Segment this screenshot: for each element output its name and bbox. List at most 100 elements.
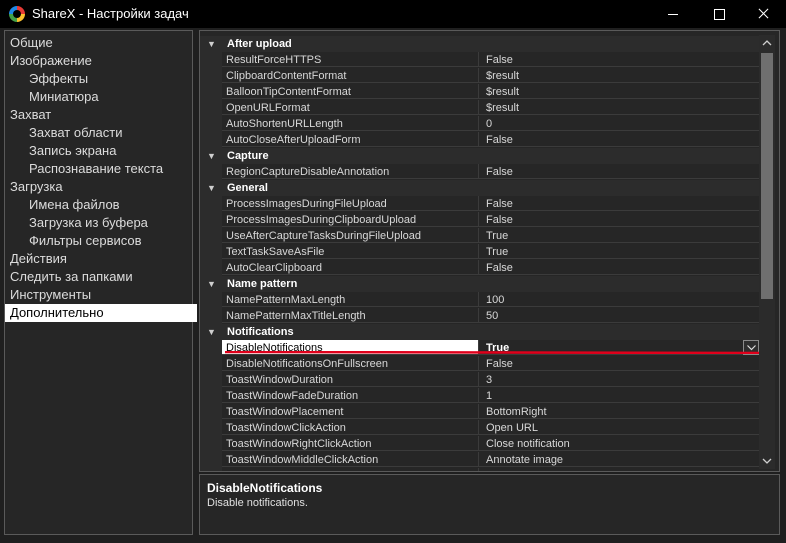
triangle-down-icon[interactable]: ▼ xyxy=(207,276,216,292)
property-row[interactable]: ToastWindowClickAction Open URL xyxy=(200,420,760,436)
property-value[interactable]: True xyxy=(478,244,760,259)
property-value[interactable]: False xyxy=(478,260,760,275)
property-name[interactable]: OpenURLFormat xyxy=(222,100,478,115)
tree-item[interactable]: Загрузка xyxy=(5,178,197,196)
tree-item[interactable]: Миниатюра xyxy=(5,88,216,106)
triangle-down-icon[interactable]: ▼ xyxy=(207,148,216,164)
tree-item[interactable]: Фильтры сервисов xyxy=(5,232,216,250)
property-value[interactable]: 1 xyxy=(478,388,760,403)
property-name[interactable]: TextTaskSaveAsFile xyxy=(222,244,478,259)
tree-item[interactable]: Изображение xyxy=(5,52,197,70)
property-row[interactable]: UseAfterCaptureTasksDuringFileUpload True xyxy=(200,228,760,244)
property-value[interactable]: $result xyxy=(478,100,760,115)
property-value[interactable]: 50 xyxy=(478,308,760,323)
property-grid[interactable]: ▼ After upload ResultForceHTTPS False Clipbo… xyxy=(199,30,780,472)
grid-scrollbar[interactable] xyxy=(759,35,775,469)
tree-item[interactable]: Захват xyxy=(5,106,197,124)
property-row[interactable]: ClipboardContentFormat $result xyxy=(200,68,760,84)
tree-item[interactable]: Эффекты xyxy=(5,70,216,88)
category-row[interactable]: ▼ After upload xyxy=(200,36,760,52)
property-name[interactable]: ToastWindowClickAction xyxy=(222,420,478,435)
scroll-down-button[interactable] xyxy=(759,453,775,469)
property-row[interactable]: ResultForceHTTPS False xyxy=(200,52,760,68)
tree-item[interactable]: Дополнительно xyxy=(5,304,197,322)
triangle-down-icon[interactable]: ▼ xyxy=(207,324,216,340)
property-row[interactable]: AutoCloseAfterUploadForm False xyxy=(200,132,760,148)
property-name[interactable]: AutoClearClipboard xyxy=(222,260,478,275)
category-row[interactable]: ▼ Name pattern xyxy=(200,276,760,292)
property-value[interactable]: False xyxy=(478,196,760,211)
property-value[interactable]: $result xyxy=(478,84,760,99)
property-value[interactable]: BottomRight xyxy=(478,404,760,419)
minimize-button[interactable] xyxy=(650,0,696,28)
scroll-up-button[interactable] xyxy=(759,35,775,51)
property-name[interactable]: ToastWindowRightClickAction xyxy=(222,436,478,451)
maximize-button[interactable] xyxy=(696,0,742,28)
property-value[interactable]: Open URL xyxy=(478,420,760,435)
category-row[interactable]: ▼ Capture xyxy=(200,148,760,164)
property-row[interactable]: DisableNotificationsOnFullscreen False xyxy=(200,356,760,372)
triangle-down-icon[interactable]: ▼ xyxy=(207,180,216,196)
property-name[interactable]: ToastWindowFadeDuration xyxy=(222,388,478,403)
property-row[interactable]: AutoClearClipboard False xyxy=(200,260,760,276)
property-name[interactable]: AutoShortenURLLength xyxy=(222,116,478,131)
property-name[interactable]: ToastWindowPlacement xyxy=(222,404,478,419)
property-row[interactable]: ProcessImagesDuringFileUpload False xyxy=(200,196,760,212)
property-row[interactable]: ProcessImagesDuringClipboardUpload False xyxy=(200,212,760,228)
property-row[interactable]: NamePatternMaxLength 100 xyxy=(200,292,760,308)
property-row[interactable]: ToastWindowSize400, 300 xyxy=(200,468,760,471)
property-value[interactable]: False xyxy=(478,164,760,179)
tree-item[interactable]: Общие xyxy=(5,34,197,52)
property-value[interactable]: Close notification xyxy=(478,436,760,451)
property-row[interactable]: NamePatternMaxTitleLength 50 xyxy=(200,308,760,324)
property-name[interactable]: RegionCaptureDisableAnnotation xyxy=(222,164,478,179)
tree-item[interactable]: Имена файлов xyxy=(5,196,216,214)
category-row[interactable]: ▼ General xyxy=(200,180,760,196)
settings-tree[interactable]: Общие Изображение Эффекты Миниатюра Захват За… xyxy=(4,30,197,535)
property-name[interactable]: ClipboardContentFormat xyxy=(222,68,478,83)
property-value[interactable]: 3 xyxy=(478,372,760,387)
property-name[interactable]: BalloonTipContentFormat xyxy=(222,84,478,99)
property-value[interactable]: False xyxy=(478,52,760,67)
triangle-down-icon[interactable]: ▼ xyxy=(207,36,216,52)
property-value[interactable]: True xyxy=(478,228,760,243)
property-value[interactable]: $result xyxy=(478,68,760,83)
tree-item[interactable]: Загрузка из буфера xyxy=(5,214,216,232)
property-name[interactable]: ToastWindowMiddleClickAction xyxy=(222,452,478,467)
property-row[interactable]: OpenURLFormat $result xyxy=(200,100,760,116)
property-name[interactable]: AutoCloseAfterUploadForm xyxy=(222,132,478,147)
property-name[interactable]: ToastWindowSize xyxy=(222,468,478,471)
tree-item[interactable]: Запись экрана xyxy=(5,142,216,160)
property-value[interactable]: Annotate image xyxy=(478,452,760,467)
tree-item[interactable]: Захват области xyxy=(5,124,216,142)
property-row[interactable]: BalloonTipContentFormat $result xyxy=(200,84,760,100)
property-name[interactable]: DisableNotificationsOnFullscreen xyxy=(222,356,478,371)
property-value[interactable]: False xyxy=(478,356,760,371)
property-name[interactable]: ResultForceHTTPS xyxy=(222,52,478,67)
property-name[interactable]: NamePatternMaxTitleLength xyxy=(222,308,478,323)
tree-item[interactable]: Действия xyxy=(5,250,197,268)
scroll-thumb[interactable] xyxy=(761,53,773,299)
property-name[interactable]: NamePatternMaxLength xyxy=(222,292,478,307)
property-row[interactable]: ToastWindowFadeDuration 1 xyxy=(200,388,760,404)
tree-item[interactable]: Следить за папками xyxy=(5,268,197,286)
property-name[interactable]: UseAfterCaptureTasksDuringFileUpload xyxy=(222,228,478,243)
property-value[interactable]: 400, 300 xyxy=(478,468,760,471)
property-row[interactable]: ToastWindowPlacement BottomRight xyxy=(200,404,760,420)
property-name[interactable]: ProcessImagesDuringClipboardUpload xyxy=(222,212,478,227)
property-row[interactable]: ToastWindowRightClickAction Close notific… xyxy=(200,436,760,452)
property-name[interactable]: ToastWindowDuration xyxy=(222,372,478,387)
category-row[interactable]: ▼ Notifications xyxy=(200,324,760,340)
property-value[interactable]: 100 xyxy=(478,292,760,307)
property-value[interactable]: False xyxy=(478,212,760,227)
property-value[interactable]: 0 xyxy=(478,116,760,131)
property-row[interactable]: ToastWindowDuration 3 xyxy=(200,372,760,388)
property-value[interactable]: False xyxy=(478,132,760,147)
tree-item[interactable]: Распознавание текста xyxy=(5,160,216,178)
close-button[interactable] xyxy=(740,0,786,28)
tree-item[interactable]: Инструменты xyxy=(5,286,197,304)
property-row[interactable]: TextTaskSaveAsFile True xyxy=(200,244,760,260)
property-row[interactable]: AutoShortenURLLength 0 xyxy=(200,116,760,132)
property-name[interactable]: ProcessImagesDuringFileUpload xyxy=(222,196,478,211)
property-row[interactable]: RegionCaptureDisableAnnotation False xyxy=(200,164,760,180)
